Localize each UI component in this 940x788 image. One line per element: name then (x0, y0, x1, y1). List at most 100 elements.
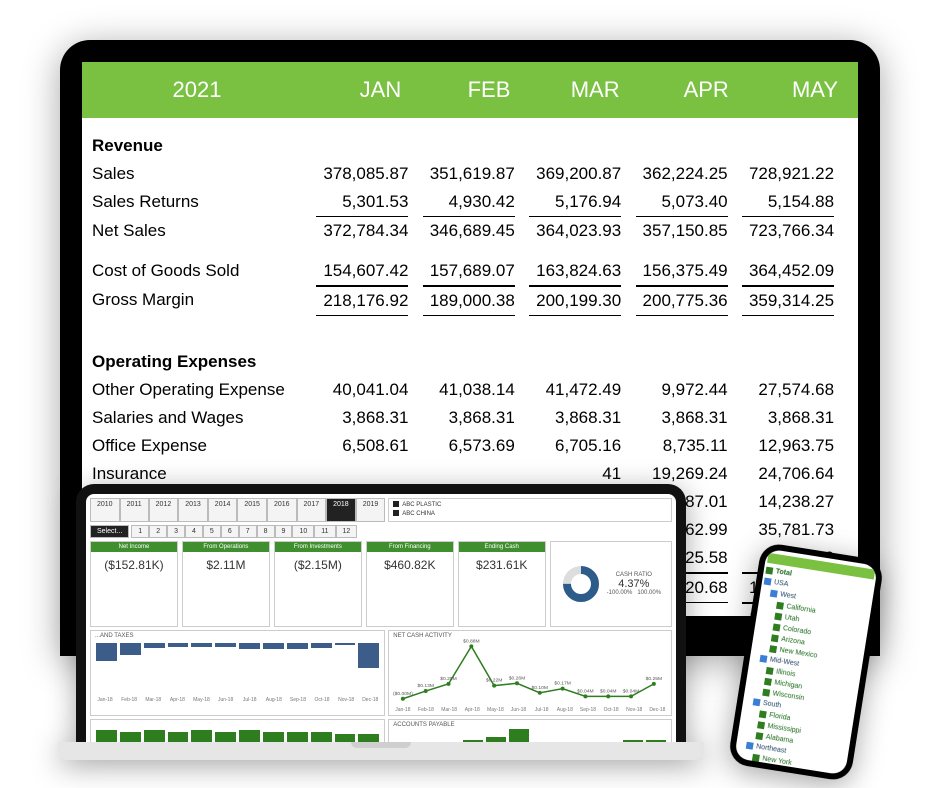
card-value: $231.61K (459, 552, 545, 578)
dashboard-screen: 2010201120122013201420152016201720182019… (76, 484, 686, 742)
cell: 359,314.25 (738, 286, 844, 316)
x-axis: Jan-18Feb-18Mar-18Apr-18May-18Jun-18Jul-… (93, 697, 382, 703)
svg-text:$0.04M: $0.04M (600, 688, 616, 694)
cell: 200,199.30 (525, 286, 631, 316)
card-title: From Operations (183, 542, 269, 552)
cell: 378,085.87 (312, 160, 418, 188)
cell: 35,781.73 (738, 516, 844, 544)
month-tab[interactable]: 8 (257, 525, 275, 538)
panel-title: ...AND TAXES (95, 633, 133, 639)
svg-text:$0.88M: $0.88M (463, 638, 479, 644)
cell: 6,705.16 (525, 432, 631, 460)
gauge-cash-ratio[interactable]: CASH RATIO 4.37% -100.00% 100.00% (550, 541, 672, 627)
month-tab[interactable]: 4 (185, 525, 203, 538)
svg-text:$0.25M: $0.25M (646, 676, 662, 682)
row-cogs: Cost of Goods Sold 154,607.42 157,689.07… (92, 257, 844, 286)
card-net-income[interactable]: Net Income ($152.81K) (90, 541, 178, 627)
cell: 3,868.31 (631, 404, 737, 432)
month-tab[interactable]: 11 (314, 525, 335, 538)
cell: 157,689.07 (418, 257, 524, 286)
panel-accounts-payable[interactable]: ACCOUNTS PAYABLE Jan-18Feb-18Mar-18Apr-1… (388, 719, 672, 742)
panel-net-cash[interactable]: NET CASH ACTIVITY ($0.00M)$0.13M$0.25M$0… (388, 630, 672, 716)
cell: 163,824.63 (525, 257, 631, 286)
month-tab[interactable]: 6 (221, 525, 239, 538)
svg-text:($0.00M): ($0.00M) (393, 691, 413, 697)
select-dropdown[interactable]: Select... (90, 525, 129, 538)
svg-text:$0.25M: $0.25M (441, 676, 457, 682)
region-tree[interactable]: TotalUSAWestCaliforniaUtahColoradoArizon… (734, 565, 873, 776)
tree-screen: TotalUSAWestCaliforniaUtahColoradoArizon… (734, 549, 878, 776)
card-value: ($152.81K) (91, 552, 177, 578)
cell: 5,154.88 (738, 188, 844, 217)
year-tab[interactable]: 2012 (149, 498, 179, 522)
month-tab[interactable]: 9 (275, 525, 293, 538)
card-ending-cash[interactable]: Ending Cash $231.61K (458, 541, 546, 627)
cell: 5,073.40 (631, 188, 737, 217)
line-chart: ($0.00M)$0.13M$0.25M$0.88M$0.22M$0.26M$0… (391, 633, 669, 705)
cell: 27,574.68 (738, 376, 844, 404)
cell: 6,573.69 (418, 432, 524, 460)
svg-text:$0.04M: $0.04M (577, 688, 593, 694)
svg-text:$0.04M: $0.04M (623, 688, 639, 694)
month-tabs: Select...123456789101112 (90, 525, 672, 538)
year-tab[interactable]: 2019 (356, 498, 386, 522)
card-from-inv[interactable]: From Investments ($2.15M) (274, 541, 362, 627)
row-label: Other Operating Expense (92, 376, 312, 404)
svg-text:$0.17M: $0.17M (555, 681, 571, 687)
laptop-device: 2010201120122013201420152016201720182019… (76, 484, 686, 760)
year-tab[interactable]: 2017 (297, 498, 327, 522)
month-tab[interactable]: 7 (239, 525, 257, 538)
gauge-icon (561, 564, 601, 604)
month-tab[interactable]: 10 (292, 525, 314, 538)
row-gross-margin: Gross Margin 218,176.92 189,000.38 200,1… (92, 286, 844, 316)
panel-taxes[interactable]: ...AND TAXES Jan-18Feb-18Mar-18Apr-18May… (90, 630, 385, 716)
row-label: Net Sales (92, 217, 312, 245)
cell: 4,930.42 (418, 188, 524, 217)
cell: 3,868.31 (312, 404, 418, 432)
cell: 5,301.53 (312, 188, 418, 217)
year-tab[interactable]: 2018 (326, 498, 356, 522)
cell: 369,200.87 (525, 160, 631, 188)
card-title: Net Income (91, 542, 177, 552)
cell: 189,000.38 (418, 286, 524, 316)
year-tab[interactable]: 2010 (90, 498, 120, 522)
month-tab[interactable]: 1 (131, 525, 149, 538)
month-tab[interactable]: 12 (336, 525, 358, 538)
panel-green-bars[interactable]: Jan-18Feb-18Mar-18Apr-18May-18Jun-18Jul-… (90, 719, 385, 742)
year-tab[interactable]: 2011 (120, 498, 149, 522)
row-label: Office Expense (92, 432, 312, 460)
month-tab[interactable]: 3 (167, 525, 185, 538)
cell: 24,706.64 (738, 460, 844, 488)
cell: 357,150.85 (631, 217, 737, 245)
year-tab[interactable]: 2015 (237, 498, 267, 522)
col-month: FEB (421, 77, 530, 103)
col-month: MAR (530, 77, 639, 103)
card-title: Ending Cash (459, 542, 545, 552)
card-value: $460.82K (367, 552, 453, 578)
month-tab[interactable]: 5 (203, 525, 221, 538)
card-from-fin[interactable]: From Financing $460.82K (366, 541, 454, 627)
section-title: Revenue (92, 132, 312, 160)
row-sales: Sales 378,085.87 351,619.87 369,200.87 3… (92, 160, 844, 188)
cell: 40,041.04 (312, 376, 418, 404)
year-tab[interactable]: 2013 (178, 498, 208, 522)
row-office: Office Expense 6,508.61 6,573.69 6,705.1… (92, 432, 844, 460)
cell: 12,963.75 (738, 432, 844, 460)
x-axis: Jan-18Feb-18Mar-18Apr-18May-18Jun-18Jul-… (391, 707, 669, 713)
bar-chart (93, 722, 382, 742)
year-tabs: 2010201120122013201420152016201720182019 (90, 498, 385, 522)
month-tab[interactable]: 2 (149, 525, 167, 538)
card-title: From Financing (367, 542, 453, 552)
cell: 364,023.93 (525, 217, 631, 245)
cell: 218,176.92 (312, 286, 418, 316)
col-month: JAN (312, 77, 421, 103)
card-title: From Investments (275, 542, 361, 552)
year-tab[interactable]: 2014 (208, 498, 238, 522)
year-tab[interactable]: 2016 (267, 498, 297, 522)
cell: 723,766.34 (738, 217, 844, 245)
cell: 6,508.61 (312, 432, 418, 460)
col-month: APR (640, 77, 749, 103)
cell: 3,868.31 (738, 404, 844, 432)
card-from-ops[interactable]: From Operations $2.11M (182, 541, 270, 627)
row-other-op: Other Operating Expense 40,041.04 41,038… (92, 376, 844, 404)
